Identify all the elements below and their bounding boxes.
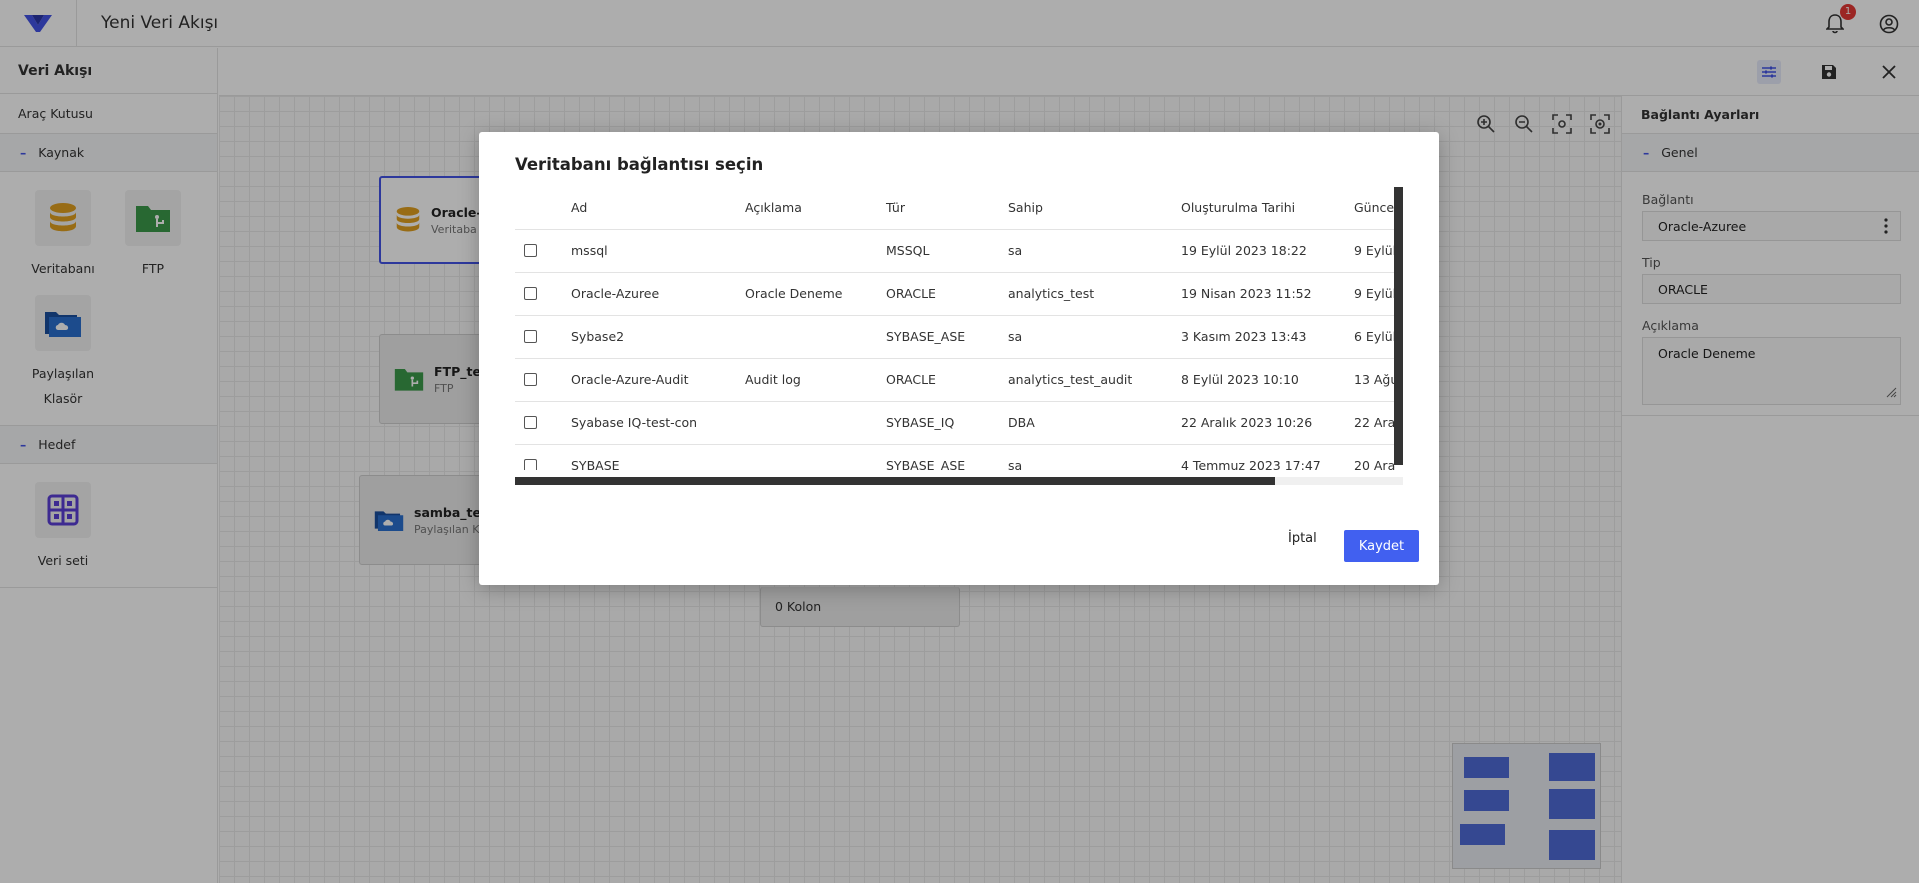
row-checkbox[interactable] xyxy=(524,416,537,429)
table-cell: SYBASE xyxy=(571,444,745,470)
row-checkbox[interactable] xyxy=(524,330,537,343)
table-cell: 19 Nisan 2023 11:52 xyxy=(1181,272,1354,316)
row-checkbox[interactable] xyxy=(524,244,537,257)
table-cell: 3 Kasım 2023 13:43 xyxy=(1181,315,1354,359)
table-cell: Audit log xyxy=(745,358,886,402)
table-cell: mssql xyxy=(571,229,745,273)
table-cell: Syabase IQ-test-con xyxy=(571,401,745,445)
table-cell: analytics_test xyxy=(1008,272,1181,316)
column-header[interactable]: Oluşturulma Tarihi xyxy=(1181,187,1354,230)
table-cell: 4 Temmuz 2023 17:47 xyxy=(1181,444,1354,470)
table-cell: ORACLE xyxy=(886,272,1008,316)
vertical-scrollbar[interactable] xyxy=(1394,187,1403,465)
select-connection-dialog: Veritabanı bağlantısı seçin Ad Açıklama … xyxy=(479,132,1439,585)
table-cell: ORACLE xyxy=(886,358,1008,402)
table-cell: sa xyxy=(1008,315,1181,359)
save-button[interactable]: Kaydet xyxy=(1344,530,1419,562)
horizontal-scrollbar-thumb[interactable] xyxy=(515,477,1275,485)
table-row[interactable]: Syabase IQ-test-con SYBASE_IQ DBA 22 Aralık… xyxy=(515,401,1403,445)
table-cell xyxy=(745,229,886,273)
table-cell: DBA xyxy=(1008,401,1181,445)
table-cell xyxy=(745,444,886,470)
table-cell: SYBASE_IQ xyxy=(886,401,1008,445)
table-cell: analytics_test_audit xyxy=(1008,358,1181,402)
row-checkbox[interactable] xyxy=(524,373,537,386)
table-cell: 22 Aralık 2023 10:26 xyxy=(1181,401,1354,445)
dialog-title: Veritabanı bağlantısı seçin xyxy=(515,155,764,174)
table-cell: 8 Eylül 2023 10:10 xyxy=(1181,358,1354,402)
table-row[interactable]: SYBASE SYBASE_ASE sa 4 Temmuz 2023 17:47 20 … xyxy=(515,444,1403,470)
table-cell: Sybase2 xyxy=(571,315,745,359)
table-header-row: Ad Açıklama Tür Sahip Oluşturulma Tarihi… xyxy=(515,187,1403,230)
row-checkbox[interactable] xyxy=(524,459,537,470)
table-row[interactable]: mssql MSSQL sa 19 Eylül 2023 18:22 9 Eylül xyxy=(515,229,1403,273)
table-cell: sa xyxy=(1008,229,1181,273)
row-checkbox[interactable] xyxy=(524,287,537,300)
table-cell: sa xyxy=(1008,444,1181,470)
table-cell: Oracle-Azuree xyxy=(571,272,745,316)
column-header[interactable]: Açıklama xyxy=(745,187,886,230)
column-header[interactable]: Tür xyxy=(886,187,1008,230)
table-cell: 19 Eylül 2023 18:22 xyxy=(1181,229,1354,273)
table-cell: SYBASE_ASE xyxy=(886,444,1008,470)
table-row[interactable]: Oracle-Azure-Audit Audit log ORACLE analyti… xyxy=(515,358,1403,402)
table-cell: SYBASE_ASE xyxy=(886,315,1008,359)
connections-table-container[interactable]: Ad Açıklama Tür Sahip Oluşturulma Tarihi… xyxy=(515,187,1403,470)
table-cell: Oracle Deneme xyxy=(745,272,886,316)
connections-table: Ad Açıklama Tür Sahip Oluşturulma Tarihi… xyxy=(515,187,1403,470)
table-cell xyxy=(745,401,886,445)
cancel-button[interactable]: İptal xyxy=(1288,531,1317,546)
table-row[interactable]: Oracle-Azuree Oracle Deneme ORACLE analytic… xyxy=(515,272,1403,316)
column-header[interactable]: Sahip xyxy=(1008,187,1181,230)
column-header[interactable]: Ad xyxy=(571,187,745,230)
table-cell: Oracle-Azure-Audit xyxy=(571,358,745,402)
table-row[interactable]: Sybase2 SYBASE_ASE sa 3 Kasım 2023 13:43 6 E… xyxy=(515,315,1403,359)
table-cell: MSSQL xyxy=(886,229,1008,273)
table-cell xyxy=(745,315,886,359)
